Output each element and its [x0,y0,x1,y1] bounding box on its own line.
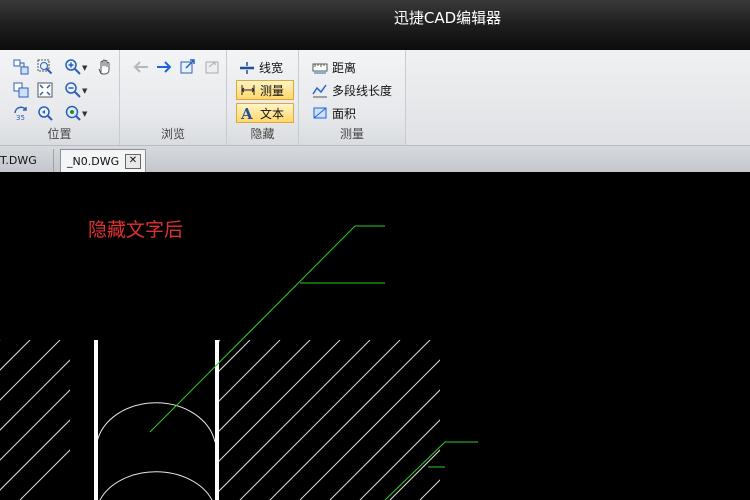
zoom-previous-icon[interactable] [35,103,55,123]
area-label: 面积 [332,106,357,121]
zoom-extents-icon[interactable] [35,80,55,100]
lineweight-icon [239,59,255,75]
distance-icon [312,59,328,75]
tab-t-dwg[interactable]: T.DWG [0,149,54,172]
rotate-3d-icon[interactable]: 35 [11,103,31,123]
zoom-realtime-icon[interactable] [63,103,83,123]
polyline-length-label: 多段线长度 [332,83,393,98]
back-arrow-icon[interactable] [131,57,151,77]
forward-arrow-icon[interactable] [154,57,174,77]
pan-window-icon[interactable] [11,57,31,77]
lineweight-label: 线宽 [259,60,284,75]
area-button[interactable]: 面积 [309,103,359,123]
measure-toggle-button[interactable]: 测量 [236,80,294,100]
window-title: 迅捷CAD编辑器 [393,9,502,27]
svg-text:A: A [240,105,253,121]
distance-label: 距离 [332,60,357,75]
zoom-window-icon[interactable] [35,57,55,77]
hatch-right [219,340,440,500]
lineweight-button[interactable]: 线宽 [236,57,286,77]
measure-icon [240,82,256,98]
print-icon[interactable] [202,57,222,77]
close-icon[interactable]: ✕ [125,154,141,169]
leader-lines [149,225,478,500]
polyline-length-icon [312,82,328,98]
hatch-left [0,340,70,500]
tab-label: T.DWG [0,154,37,167]
group-label-position: 位置 [47,127,72,141]
zoom-realtime-dropdown-icon[interactable]: ▼ [82,110,87,118]
polyline-length-button[interactable]: 多段线长度 [309,80,395,100]
copy-view-icon[interactable] [11,80,31,100]
zoom-out-icon[interactable] [63,80,83,100]
ribbon-group-hide: 线宽 测量 A 文本 隐藏 [227,50,299,145]
title-bar: 迅捷CAD编辑器 [0,0,750,50]
distance-button[interactable]: 距离 [309,57,359,77]
arc-lower [99,471,213,500]
tab-label: _N0.DWG [67,154,120,168]
zoom-in-icon[interactable] [63,57,83,77]
ribbon-group-measure: 距离 多段线长度 面积 测量 [299,50,406,145]
arc-upper [96,402,216,443]
ribbon: ▼ ▼ 35 ▼ 位置 浏览 线宽 测量 A 文本 隐藏 距离 多段线长度 面积… [0,50,750,146]
drawing-canvas[interactable]: 隐藏文字后 [0,172,750,500]
ribbon-empty-area [406,50,750,145]
svg-text:35: 35 [16,114,25,122]
text-toggle-label: 文本 [260,106,285,121]
zoom-out-dropdown-icon[interactable]: ▼ [82,87,87,95]
ribbon-group-position: ▼ ▼ 35 ▼ 位置 [0,50,120,145]
tab-n0-dwg[interactable]: _N0.DWG ✕ [60,149,146,172]
hand-pan-icon[interactable] [95,57,115,77]
text-toggle-button[interactable]: A 文本 [236,103,294,123]
area-icon [312,105,328,121]
group-label-browse: 浏览 [160,127,185,141]
document-tabs: T.DWG _N0.DWG ✕ [0,146,750,173]
canvas-note-text: 隐藏文字后 [88,219,184,241]
group-label-hide: 隐藏 [250,127,275,141]
measure-toggle-label: 测量 [260,83,285,98]
group-label-measure: 测量 [339,127,364,141]
ribbon-group-browse: 浏览 [120,50,227,145]
zoom-in-dropdown-icon[interactable]: ▼ [82,64,87,72]
text-icon: A [240,105,256,121]
export-icon[interactable] [178,57,198,77]
